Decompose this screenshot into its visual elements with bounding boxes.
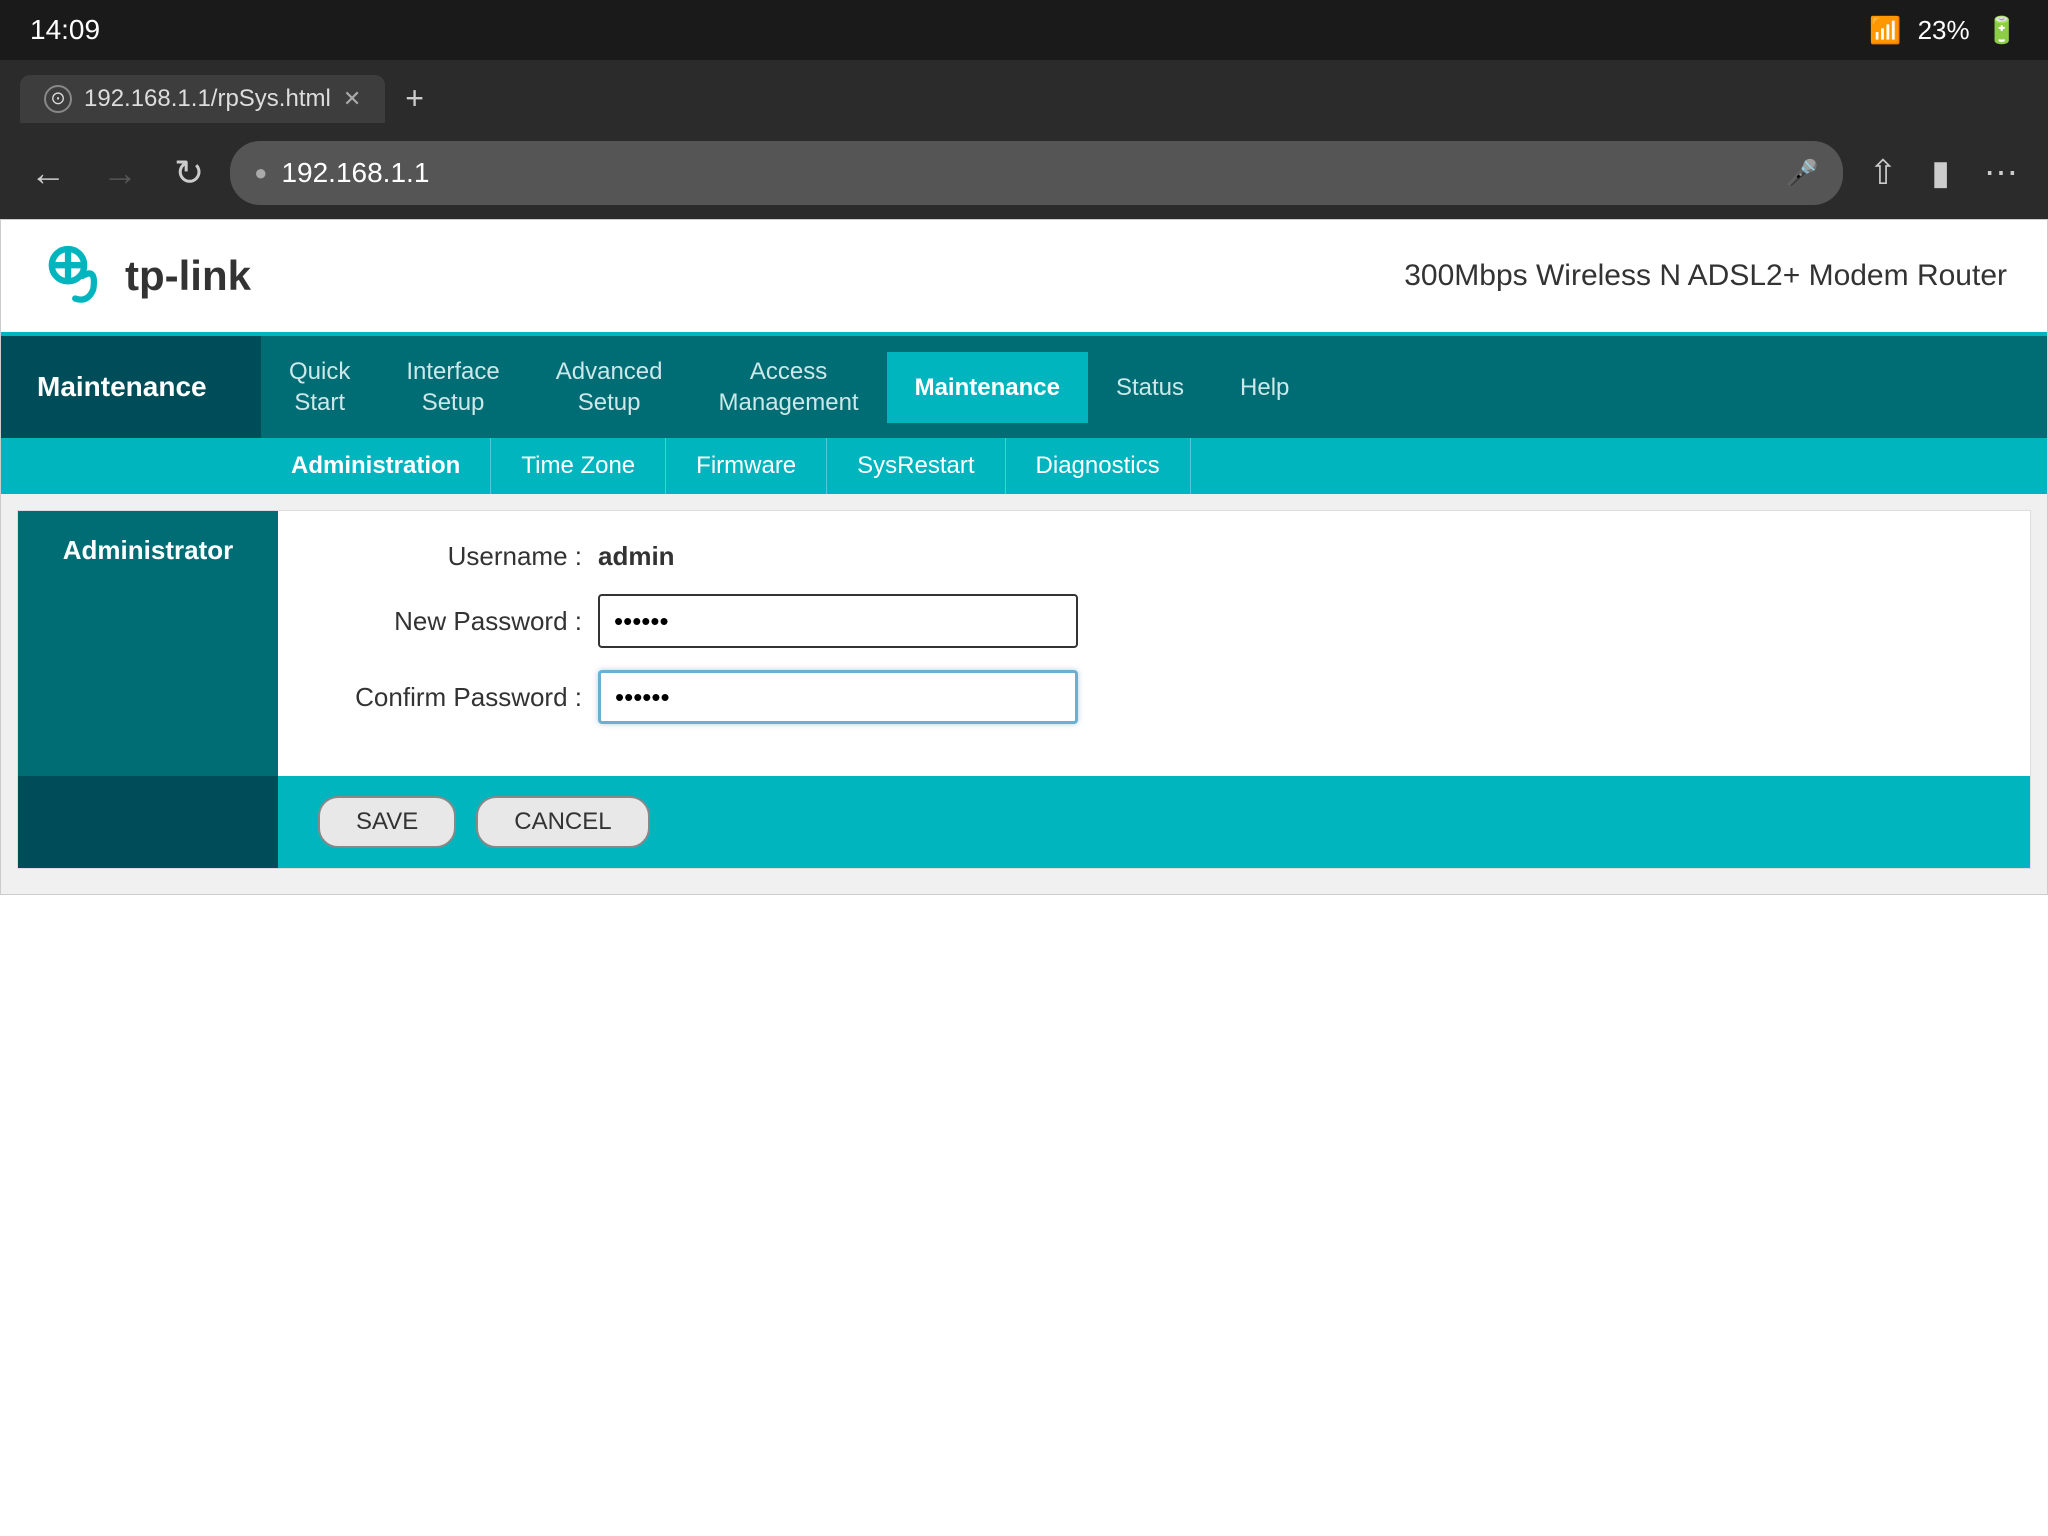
subnav-administration[interactable]: Administration	[261, 438, 491, 494]
nav-item-advanced-setup[interactable]: AdvancedSetup	[528, 336, 691, 438]
status-indicators: 📶 23% 🔋	[1869, 15, 2018, 46]
tp-link-logo-svg	[41, 240, 113, 312]
cancel-button[interactable]: CANCEL	[476, 796, 649, 848]
new-password-row: New Password :	[318, 594, 1990, 648]
battery-icon: 🔋	[1986, 15, 2018, 46]
subnav-firmware[interactable]: Firmware	[666, 438, 827, 494]
subnav-timezone[interactable]: Time Zone	[491, 438, 666, 494]
logo-text: tp-link	[125, 252, 251, 300]
address-bar-row: ← → ↻ ● 192.168.1.1 🎤 ⇧ ▮ ⋯	[20, 133, 2028, 219]
status-bar: 14:09 📶 23% 🔋	[0, 0, 2048, 60]
subnav-sysrestart[interactable]: SysRestart	[827, 438, 1005, 494]
new-password-input[interactable]	[598, 594, 1078, 648]
battery-indicator: 23%	[1918, 15, 1970, 46]
content-inner: Administrator Username : admin New Passw…	[17, 510, 2031, 869]
confirm-password-row: Confirm Password :	[318, 670, 1990, 724]
nav-item-interface-setup[interactable]: InterfaceSetup	[378, 336, 527, 438]
menu-button[interactable]: ⋯	[1974, 149, 2028, 197]
browser-tab[interactable]: ⊙ 192.168.1.1/rpSys.html ✕	[20, 75, 385, 123]
save-button[interactable]: SAVE	[318, 796, 456, 848]
action-sidebar-spacer	[18, 776, 278, 868]
back-button[interactable]: ←	[20, 148, 76, 198]
new-tab-button[interactable]: +	[393, 74, 436, 123]
microphone-icon[interactable]: 🎤	[1786, 158, 1818, 189]
router-header: tp-link 300Mbps Wireless N ADSL2+ Modem …	[1, 220, 2047, 336]
lock-icon: ●	[254, 160, 267, 186]
forward-button[interactable]: →	[92, 148, 148, 198]
router-model: 300Mbps Wireless N ADSL2+ Modem Router	[1404, 259, 2007, 293]
nav-item-access-management[interactable]: AccessManagement	[691, 336, 887, 438]
share-button[interactable]: ⇧	[1859, 149, 1908, 197]
url-display: 192.168.1.1	[281, 157, 429, 189]
sub-navigation: Administration Time Zone Firmware SysRes…	[1, 438, 2047, 494]
time-display: 14:09	[30, 14, 100, 46]
content-sidebar: Administrator	[18, 511, 278, 776]
tab-title: 192.168.1.1/rpSys.html	[84, 85, 331, 113]
action-buttons: SAVE CANCEL	[278, 776, 2030, 868]
nav-item-maintenance[interactable]: Maintenance	[887, 352, 1088, 423]
browser-chrome: ⊙ 192.168.1.1/rpSys.html ✕ + ← → ↻ ● 192…	[0, 60, 2048, 219]
main-navigation: Maintenance QuickStart InterfaceSetup Ad…	[1, 336, 2047, 438]
tab-close-button[interactable]: ✕	[343, 86, 361, 112]
browser-actions: ⇧ ▮ ⋯	[1859, 149, 2028, 197]
subnav-diagnostics[interactable]: Diagnostics	[1006, 438, 1191, 494]
tabs-button[interactable]: ▮	[1921, 149, 1960, 197]
nav-section-label: Maintenance	[1, 336, 261, 438]
wifi-icon: 📶	[1869, 15, 1901, 46]
confirm-password-input[interactable]	[598, 670, 1078, 724]
nav-item-status[interactable]: Status	[1088, 352, 1212, 423]
content-area: Administrator Username : admin New Passw…	[1, 494, 2047, 894]
reload-button[interactable]: ↻	[164, 148, 214, 198]
sidebar-label: Administrator	[63, 535, 233, 565]
tab-bar: ⊙ 192.168.1.1/rpSys.html ✕ +	[20, 74, 2028, 123]
router-ui: tp-link 300Mbps Wireless N ADSL2+ Modem …	[0, 219, 2048, 895]
tab-favicon: ⊙	[44, 85, 72, 113]
username-value: admin	[598, 541, 675, 572]
username-label: Username :	[318, 541, 598, 572]
action-bar: SAVE CANCEL	[18, 776, 2030, 868]
confirm-password-label: Confirm Password :	[318, 682, 598, 713]
new-password-label: New Password :	[318, 606, 598, 637]
nav-items: QuickStart InterfaceSetup AdvancedSetup …	[261, 336, 2047, 438]
nav-item-help[interactable]: Help	[1212, 352, 1317, 423]
content-main: Username : admin New Password : Confirm …	[278, 511, 2030, 776]
tp-link-logo: tp-link	[41, 240, 251, 312]
username-row: Username : admin	[318, 541, 1990, 572]
content-row: Administrator Username : admin New Passw…	[18, 511, 2030, 776]
address-bar[interactable]: ● 192.168.1.1 🎤	[230, 141, 1843, 205]
nav-item-quick-start[interactable]: QuickStart	[261, 336, 378, 438]
